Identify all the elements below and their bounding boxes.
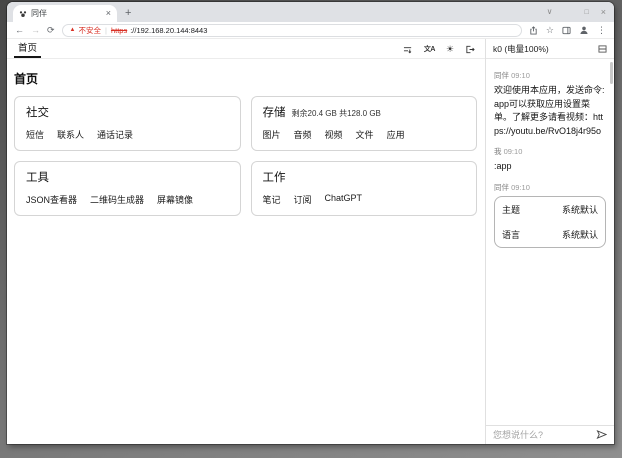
link-audio[interactable]: 音频 [294, 128, 312, 141]
message-list[interactable]: 同伴 09:10 欢迎使用本应用，发送命令:app可以获取应用设置菜单。了解更多… [486, 59, 614, 425]
link-files[interactable]: 文件 [356, 128, 374, 141]
new-tab-button[interactable]: + [125, 5, 131, 22]
share-icon[interactable] [529, 26, 538, 35]
tab-close-icon[interactable]: × [106, 9, 111, 18]
tab-home[interactable]: 首页 [14, 37, 41, 58]
app-content: 首页 文A ☀ 首页 [7, 39, 614, 444]
message-time: 09:10 [504, 147, 523, 156]
message-meta: 同伴 09:10 [494, 182, 606, 193]
card-grid: 社交 短信 联系人 通话记录 存储 剩余20.4 GB 共128.0 GB [14, 96, 477, 216]
device-status: k0 (电量100%) [493, 43, 549, 55]
message-input-bar [486, 425, 614, 444]
desktop-background: 同伴 × + ∨ □ × ← → ⟳ ▲ 不安全 | https ://192.… [0, 0, 622, 458]
setting-value: 系统默认 [562, 228, 598, 241]
forward-icon[interactable]: → [31, 26, 40, 35]
link-apps[interactable]: 应用 [387, 128, 405, 141]
bookmark-star-icon[interactable]: ☆ [546, 26, 554, 35]
setting-theme[interactable]: 主题 系统默认 [495, 197, 605, 222]
message-sender: 同伴 [494, 183, 509, 192]
card-social: 社交 短信 联系人 通话记录 [14, 96, 241, 151]
link-json-viewer[interactable]: JSON查看器 [26, 193, 77, 206]
link-sms[interactable]: 短信 [26, 128, 44, 141]
app-actions: 文A ☀ [403, 45, 475, 58]
card-tools: 工具 JSON查看器 二维码生成器 屏幕镜像 [14, 161, 241, 216]
page-title: 首页 [14, 70, 477, 87]
app-tabbar: 首页 文A ☀ [7, 39, 485, 59]
app-favicon [19, 5, 27, 23]
browser-window: 同伴 × + ∨ □ × ← → ⟳ ▲ 不安全 | https ://192.… [7, 2, 614, 444]
scrollbar-thumb[interactable] [610, 62, 613, 84]
card-title: 工具 [26, 169, 49, 185]
message-sender: 我 [494, 147, 502, 156]
browser-toolbar: ← → ⟳ ▲ 不安全 | https ://192.168.20.144:84… [7, 22, 614, 39]
card-title: 存储 [263, 104, 286, 120]
translate-icon[interactable]: 文A [424, 46, 435, 53]
address-bar[interactable]: ▲ 不安全 | https ://192.168.20.144:8443 [62, 24, 522, 37]
link-video[interactable]: 视频 [325, 128, 343, 141]
setting-label: 语言 [502, 228, 520, 241]
link-images[interactable]: 图片 [263, 128, 281, 141]
side-panel-icon[interactable] [562, 26, 571, 35]
chat-sidebar: k0 (电量100%) 同伴 09:10 欢迎使用本应用，发送命令:app可以获… [485, 39, 614, 444]
back-icon[interactable]: ← [15, 26, 24, 35]
reload-icon[interactable]: ⟳ [47, 26, 55, 35]
setting-language[interactable]: 语言 系统默认 [495, 222, 605, 247]
settings-menu: 主题 系统默认 语言 系统默认 [494, 196, 606, 248]
message-meta: 我 09:10 [494, 146, 606, 157]
message-input[interactable] [493, 430, 592, 440]
toolbar-actions: ☆ ⋮ [529, 25, 606, 35]
url-divider: | [105, 26, 107, 35]
sort-icon[interactable] [403, 45, 413, 54]
browser-titlebar: 同伴 × + ∨ □ × [7, 2, 614, 22]
home-page: 首页 社交 短信 联系人 通话记录 存储 [7, 59, 485, 216]
main-panel: 首页 文A ☀ 首页 [7, 39, 485, 444]
window-close-icon[interactable]: × [601, 8, 606, 17]
send-icon[interactable] [596, 426, 607, 444]
security-warning-text[interactable]: 不安全 [79, 25, 102, 36]
link-screen-mirror[interactable]: 屏幕镜像 [157, 193, 193, 206]
link-subscriptions[interactable]: 订阅 [294, 193, 312, 206]
storage-usage: 剩余20.4 GB 共128.0 GB [292, 108, 381, 119]
setting-value: 系统默认 [562, 203, 598, 216]
menu-icon[interactable]: ⋮ [597, 26, 606, 35]
url-scheme: https [111, 26, 127, 35]
link-notes[interactable]: 笔记 [263, 193, 281, 206]
window-minimize-icon[interactable]: ∨ [547, 8, 553, 16]
logout-icon[interactable] [465, 45, 475, 54]
message-time: 09:10 [511, 183, 530, 192]
message-sender: 同伴 [494, 71, 509, 80]
card-title: 社交 [26, 104, 49, 120]
link-contacts[interactable]: 联系人 [57, 128, 84, 141]
link-qrcode-generator[interactable]: 二维码生成器 [90, 193, 144, 206]
message-text: :app [494, 160, 606, 174]
card-storage: 存储 剩余20.4 GB 共128.0 GB 图片 音频 视频 文件 应用 [251, 96, 478, 151]
window-maximize-icon[interactable]: □ [585, 9, 589, 16]
setting-label: 主题 [502, 203, 520, 216]
browser-tab[interactable]: 同伴 × [13, 5, 117, 22]
card-work: 工作 笔记 订阅 ChatGPT [251, 161, 478, 216]
message-text: 欢迎使用本应用，发送命令:app可以获取应用设置菜单。了解更多请看视频：http… [494, 84, 606, 138]
tab-title: 同伴 [31, 8, 102, 19]
theme-sun-icon[interactable]: ☀ [446, 45, 454, 54]
link-call-log[interactable]: 通话记录 [97, 128, 133, 141]
card-title: 工作 [263, 169, 286, 185]
message-meta: 同伴 09:10 [494, 70, 606, 81]
link-chatgpt[interactable]: ChatGPT [325, 193, 363, 206]
chat-header: k0 (电量100%) [486, 39, 614, 59]
message-time: 09:10 [511, 71, 530, 80]
window-controls: ∨ □ × [547, 2, 614, 22]
security-warning-icon: ▲ [70, 27, 76, 33]
profile-avatar-icon[interactable] [579, 25, 589, 35]
collapse-panel-icon[interactable] [598, 45, 607, 53]
url-text: ://192.168.20.144:8443 [130, 26, 207, 35]
